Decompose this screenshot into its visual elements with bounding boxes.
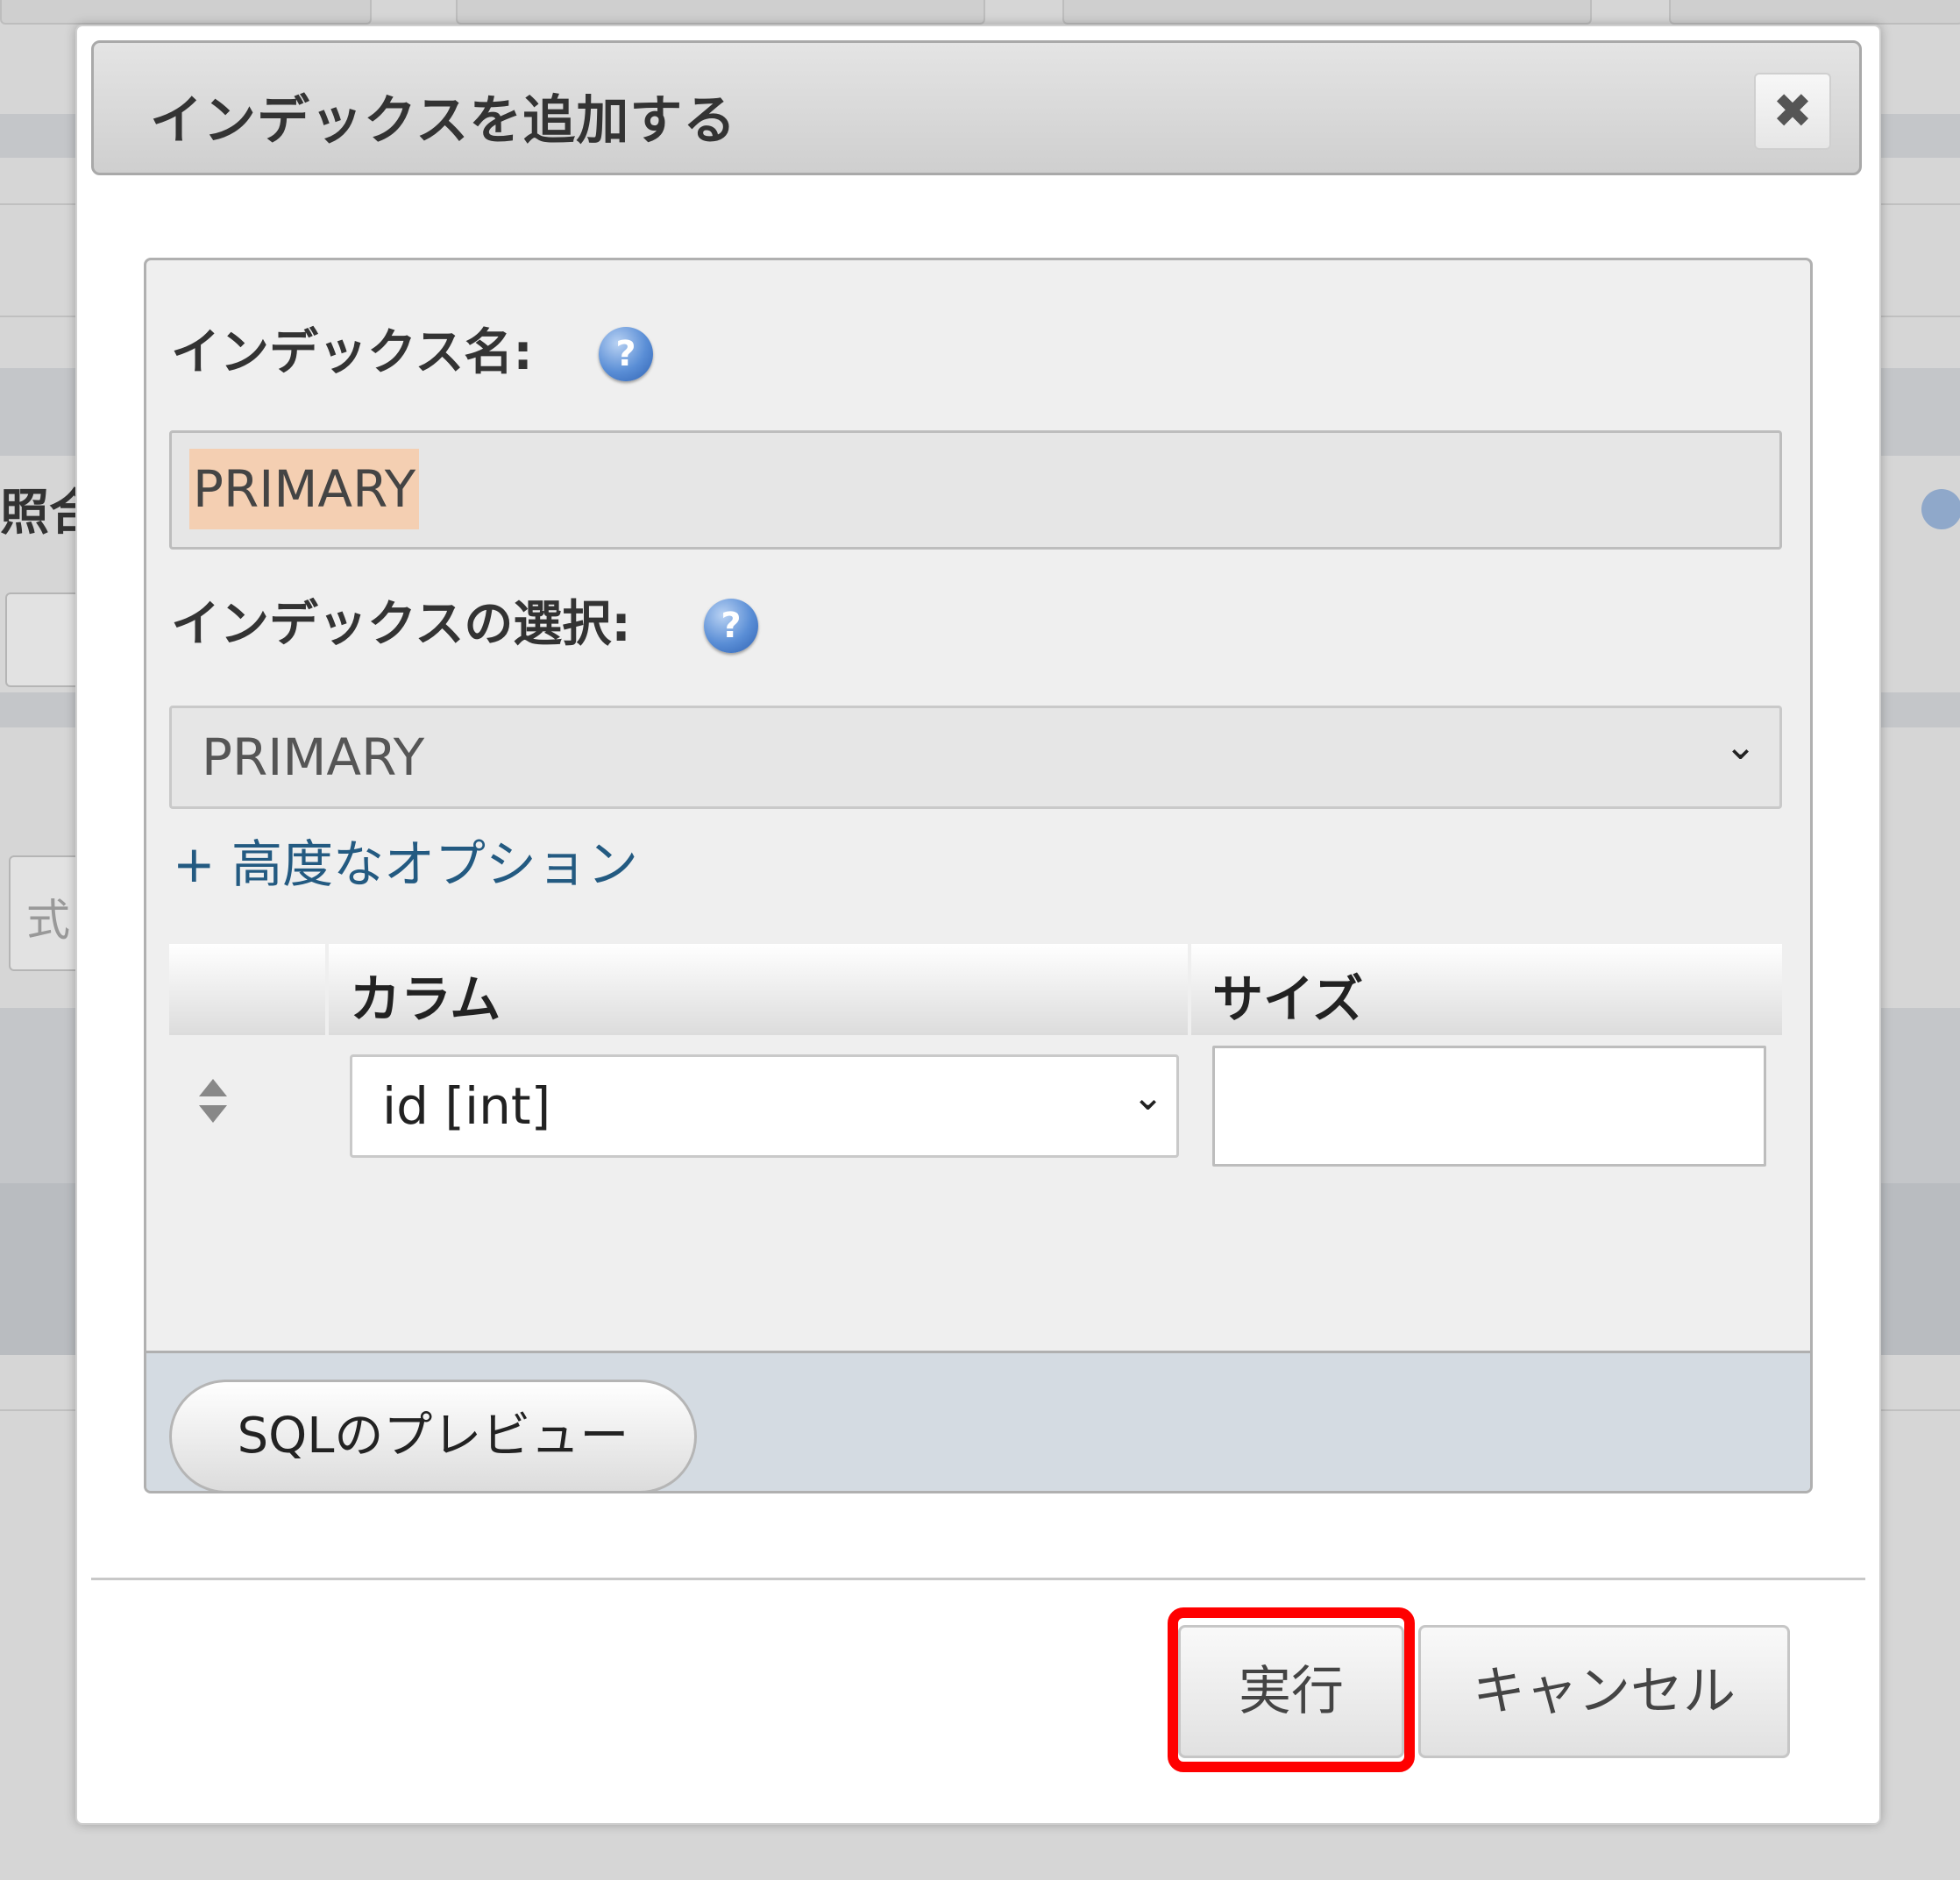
index-choice-select[interactable]: PRIMARY ⌄ [169, 706, 1782, 809]
column-select[interactable]: id [int] ⌄ [350, 1054, 1179, 1158]
column-select-value: id [int] [382, 1076, 551, 1136]
background-tab [456, 0, 985, 25]
chevron-down-icon: ⌄ [1132, 1075, 1164, 1119]
table-header-column: カラム [329, 944, 1188, 1035]
sort-handle-icon[interactable] [194, 1075, 229, 1128]
background-tab [1669, 0, 1960, 25]
help-icon[interactable]: ? [704, 599, 758, 653]
table-header-blank [169, 944, 325, 1035]
sql-preview-button[interactable]: SQLのプレビュー [169, 1380, 697, 1491]
background-placeholder: 式 [26, 895, 70, 946]
background-tab [1062, 0, 1592, 25]
index-name-value: PRIMARY [189, 449, 420, 529]
close-icon: ✖ [1772, 83, 1813, 138]
index-fieldset: インデックス名: ? PRIMARY インデックスの選択: ? PRIMARY … [144, 258, 1813, 1493]
chevron-down-icon: ⌄ [1724, 724, 1757, 769]
dialog-titlebar[interactable]: インデックスを追加する ✖ [91, 40, 1862, 175]
dialog-title: インデックスを追加する [150, 90, 737, 152]
cancel-button[interactable]: キャンセル [1418, 1625, 1790, 1758]
fieldset-footer: SQLのプレビュー [146, 1351, 1810, 1491]
index-choice-value: PRIMARY [202, 727, 425, 787]
dialog-divider [91, 1578, 1865, 1580]
add-index-dialog: インデックスを追加する ✖ インデックス名: ? PRIMARY インデックスの… [75, 25, 1881, 1825]
index-name-label: インデックス名: [171, 324, 533, 381]
index-name-input[interactable]: PRIMARY [169, 430, 1782, 550]
table-header-size: サイズ [1191, 944, 1782, 1035]
size-input[interactable] [1212, 1046, 1766, 1167]
advanced-options-link[interactable]: + 高度なオプション [173, 823, 638, 897]
close-button[interactable]: ✖ [1754, 73, 1831, 150]
help-icon[interactable]: ? [599, 327, 653, 381]
execute-button[interactable]: 実行 [1178, 1625, 1404, 1758]
help-icon [1921, 489, 1960, 529]
index-choice-label: インデックスの選択: [171, 596, 631, 653]
background-tab [0, 0, 372, 25]
